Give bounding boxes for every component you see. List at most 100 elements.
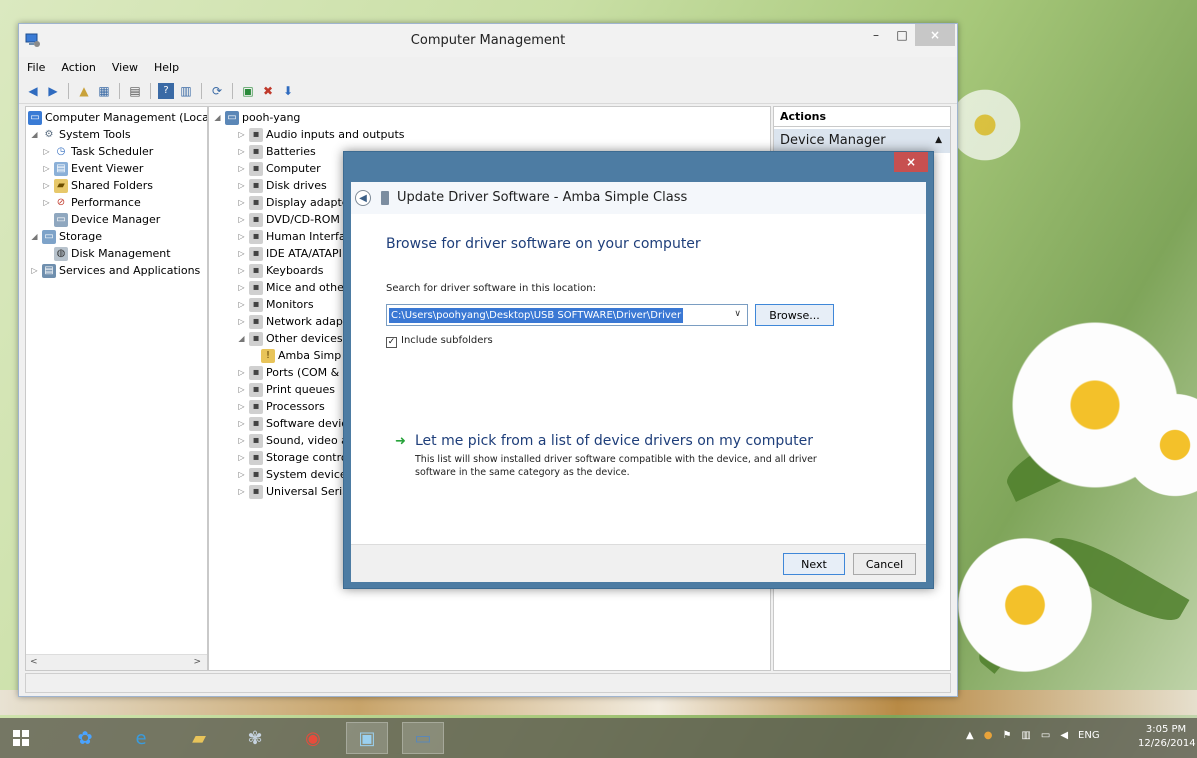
include-subfolders-checkbox[interactable]: ✓ — [386, 337, 397, 348]
collapsed-arrow-icon[interactable]: ▷ — [237, 487, 246, 496]
collapsed-arrow-icon[interactable]: ▷ — [30, 266, 39, 275]
pick-from-list-link[interactable]: Let me pick from a list of device driver… — [415, 433, 813, 449]
battery-icon[interactable]: ▭ — [1041, 730, 1050, 741]
update-driver-icon[interactable]: ▣ — [240, 83, 256, 99]
tree-item-disk-management[interactable]: ◍ Disk Management — [54, 245, 171, 262]
tree-item-shared-folders[interactable]: ▷ ▰ Shared Folders — [42, 177, 153, 194]
device-category-item[interactable]: ◢ ▪ Other devices — [237, 330, 343, 347]
device-category-item[interactable]: ▷ ▪ Batteries — [237, 143, 316, 160]
device-category-item[interactable]: ▷ ▪ Universal Serial — [237, 483, 352, 500]
device-category-item[interactable]: ▷ ▪ Ports (COM & L — [237, 364, 349, 381]
taskbar-internet-explorer[interactable]: e — [120, 722, 162, 754]
device-category-item[interactable]: ▷ ▪ Keyboards — [237, 262, 323, 279]
tree-item-system-tools[interactable]: ◢ ⚙ System Tools — [30, 126, 130, 143]
collapsed-arrow-icon[interactable]: ▷ — [237, 249, 246, 258]
taskbar-app-6[interactable]: ▣ — [346, 722, 388, 754]
browse-button[interactable]: Browse... — [755, 304, 834, 326]
network-icon[interactable]: ▥ — [1021, 730, 1030, 741]
collapsed-arrow-icon[interactable]: ▷ — [237, 470, 246, 479]
collapsed-arrow-icon[interactable]: ▷ — [237, 130, 246, 139]
user-icon[interactable]: ● — [984, 730, 993, 741]
scan-hardware-icon[interactable]: ⟳ — [209, 83, 225, 99]
back-arrow-icon[interactable]: ◀ — [25, 83, 41, 99]
properties-icon[interactable]: ▤ — [127, 83, 143, 99]
show-action-pane-icon[interactable]: ▥ — [178, 83, 194, 99]
collapsed-arrow-icon[interactable]: ▷ — [237, 181, 246, 190]
device-category-item[interactable]: ▷ ▪ Human Interfac — [237, 228, 352, 245]
tree-item-performance[interactable]: ▷ ⊘ Performance — [42, 194, 140, 211]
device-category-item[interactable]: ▷ ▪ Computer — [237, 160, 321, 177]
expanded-arrow-icon[interactable]: ◢ — [30, 130, 39, 139]
device-category-item[interactable]: ▷ ▪ Mice and other — [237, 279, 348, 296]
device-category-item[interactable]: ▷ ▪ Storage control — [237, 449, 351, 466]
title-bar[interactable]: Computer Management – □ × — [19, 24, 957, 57]
maximize-button[interactable]: □ — [889, 24, 915, 46]
collapsed-arrow-icon[interactable]: ▷ — [237, 368, 246, 377]
include-subfolders-label[interactable]: Include subfolders — [401, 335, 493, 346]
expanded-arrow-icon[interactable]: ◢ — [213, 113, 222, 122]
language-indicator[interactable]: ENG — [1078, 730, 1100, 741]
collapsed-arrow-icon[interactable]: ▷ — [237, 164, 246, 173]
collapsed-arrow-icon[interactable]: ▷ — [237, 198, 246, 207]
collapsed-arrow-icon[interactable]: ▷ — [237, 402, 246, 411]
taskbar-app-4[interactable]: ✾ — [234, 722, 276, 754]
collapsed-arrow-icon[interactable]: ▷ — [42, 198, 51, 207]
tree-item-event-viewer[interactable]: ▷ ▤ Event Viewer — [42, 160, 143, 177]
device-category-item[interactable]: ▷ ▪ Monitors — [237, 296, 314, 313]
up-folder-icon[interactable]: ▲ — [76, 83, 92, 99]
clock[interactable]: 3:05 PM 12/26/2014 — [1138, 723, 1196, 751]
tree-item-computer-management[interactable]: ▭ Computer Management (Local — [28, 109, 207, 126]
device-category-item[interactable]: ▷ ▪ Print queues — [237, 381, 335, 398]
chevron-down-icon[interactable]: ∨ — [734, 309, 741, 319]
scroll-right-icon[interactable]: > — [193, 657, 201, 667]
collapsed-arrow-icon[interactable]: ▷ — [237, 215, 246, 224]
collapsed-arrow-icon[interactable]: ▷ — [237, 317, 246, 326]
collapsed-arrow-icon[interactable]: ▷ — [42, 164, 51, 173]
collapsed-arrow-icon[interactable]: ▷ — [237, 453, 246, 462]
device-category-item[interactable]: ! Amba Simp — [261, 347, 341, 364]
back-arrow-icon[interactable]: ◀ — [355, 190, 371, 206]
collapsed-arrow-icon[interactable]: ▷ — [237, 147, 246, 156]
minimize-button[interactable]: – — [863, 24, 889, 46]
volume-icon[interactable]: ◀ — [1060, 730, 1068, 741]
driver-path-combobox[interactable]: C:\Users\poohyang\Desktop\USB SOFTWARE\D… — [386, 304, 748, 326]
menu-view[interactable]: View — [110, 61, 140, 74]
uninstall-device-icon[interactable]: ✖ — [260, 83, 276, 99]
collapsed-arrow-icon[interactable]: ▷ — [237, 300, 246, 309]
close-button[interactable]: × — [915, 24, 955, 46]
collapsed-arrow-icon[interactable]: ▷ — [42, 181, 51, 190]
collapsed-arrow-icon[interactable]: ▷ — [237, 436, 246, 445]
scroll-left-icon[interactable]: < — [30, 657, 38, 667]
menu-help[interactable]: Help — [152, 61, 181, 74]
taskbar-app-1[interactable]: ✿ — [64, 722, 106, 754]
device-category-item[interactable]: ▷ ▪ Audio inputs and outputs — [237, 126, 405, 143]
enable-device-icon[interactable]: ⬇ — [280, 83, 296, 99]
device-category-item[interactable]: ▷ ▪ IDE ATA/ATAPI — [237, 245, 342, 262]
horizontal-scrollbar[interactable]: < > — [26, 654, 207, 670]
tree-item-storage[interactable]: ◢ ▭ Storage — [30, 228, 102, 245]
device-category-item[interactable]: ▷ ▪ Processors — [237, 398, 325, 415]
device-category-item[interactable]: ▷ ▪ Software device — [237, 415, 354, 432]
collapsed-arrow-icon[interactable]: ▷ — [237, 385, 246, 394]
start-button[interactable] — [0, 722, 42, 754]
dialog-close-button[interactable]: × — [894, 152, 928, 172]
show-hidden-icons-icon[interactable]: ▲ — [966, 730, 974, 741]
expanded-arrow-icon[interactable]: ◢ — [30, 232, 39, 241]
expanded-arrow-icon[interactable]: ◢ — [237, 334, 246, 343]
collapsed-arrow-icon[interactable]: ▷ — [237, 283, 246, 292]
show-hide-tree-icon[interactable]: ▦ — [96, 83, 112, 99]
device-category-item[interactable]: ▷ ▪ Network adapte — [237, 313, 354, 330]
menu-file[interactable]: File — [25, 61, 47, 74]
collapsed-arrow-icon[interactable]: ▷ — [237, 232, 246, 241]
actions-section-device-manager[interactable]: Device Manager ▲ — [774, 129, 950, 153]
taskbar-chrome[interactable]: ◉ — [292, 722, 334, 754]
forward-arrow-icon[interactable]: ▶ — [45, 83, 61, 99]
collapsed-arrow-icon[interactable]: ▷ — [237, 266, 246, 275]
taskbar-computer-management[interactable]: ▭ — [402, 722, 444, 754]
next-button[interactable]: Next — [783, 553, 845, 575]
driver-path-input[interactable]: C:\Users\poohyang\Desktop\USB SOFTWARE\D… — [389, 308, 684, 323]
menu-action[interactable]: Action — [59, 61, 97, 74]
device-tree-root[interactable]: ◢ ▭ pooh-yang — [213, 109, 300, 126]
collapse-up-icon[interactable]: ▲ — [935, 135, 942, 145]
collapsed-arrow-icon[interactable]: ▷ — [42, 147, 51, 156]
